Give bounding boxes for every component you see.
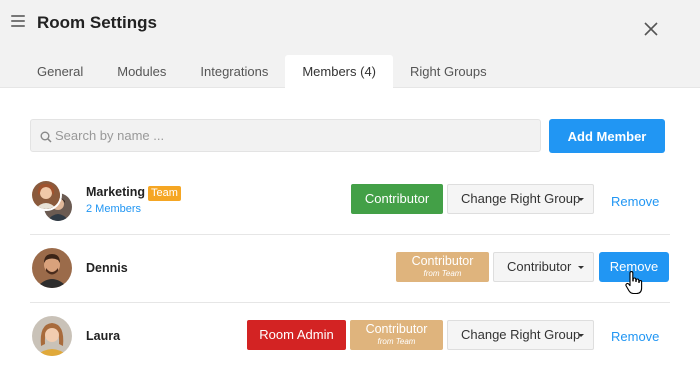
tab-general[interactable]: General [20,55,100,88]
search-icon [40,130,52,148]
tab-bar: General Modules Integrations Members (4)… [20,55,504,89]
team-badge: Team [148,186,181,201]
search-input[interactable] [55,120,535,151]
change-right-group-dropdown[interactable]: Change Right Group [447,184,594,214]
member-name: Dennis [86,261,128,275]
role-badge-contributor: Contributor [351,184,443,214]
dialog-header: Room Settings General Modules Integratio… [0,0,700,89]
close-icon[interactable] [642,20,660,38]
remove-link[interactable]: Remove [611,329,659,344]
member-name: Laura [86,329,121,343]
caret-down-icon [578,266,584,269]
change-right-group-dropdown[interactable]: Change Right Group [447,320,594,350]
caret-down-icon [578,334,584,337]
member-name: Marketing Team [86,185,181,201]
members-count-link[interactable]: 2 Members [86,203,141,215]
tab-integrations[interactable]: Integrations [183,55,285,88]
role-badge-room-admin: Room Admin [247,320,346,350]
caret-down-icon [578,198,584,201]
avatar-laura [30,314,74,358]
row-divider [30,234,670,235]
hand-pointer-icon [625,271,643,300]
team-role-badge: Contributor from Team [396,252,489,282]
add-member-button[interactable]: Add Member [549,119,665,153]
row-divider [30,302,670,303]
search-field [30,119,541,152]
team-role-badge: Contributor from Team [350,320,443,350]
dialog-title: Room Settings [37,13,157,32]
avatar-dennis [30,246,74,290]
tab-members[interactable]: Members (4) [285,55,394,89]
avatar-marketing-front [30,179,62,211]
role-dropdown[interactable]: Contributor [493,252,594,282]
tab-modules[interactable]: Modules [100,55,183,88]
tab-right-groups[interactable]: Right Groups [393,55,504,88]
hamburger-menu-icon[interactable] [11,15,25,29]
remove-link[interactable]: Remove [611,194,659,209]
